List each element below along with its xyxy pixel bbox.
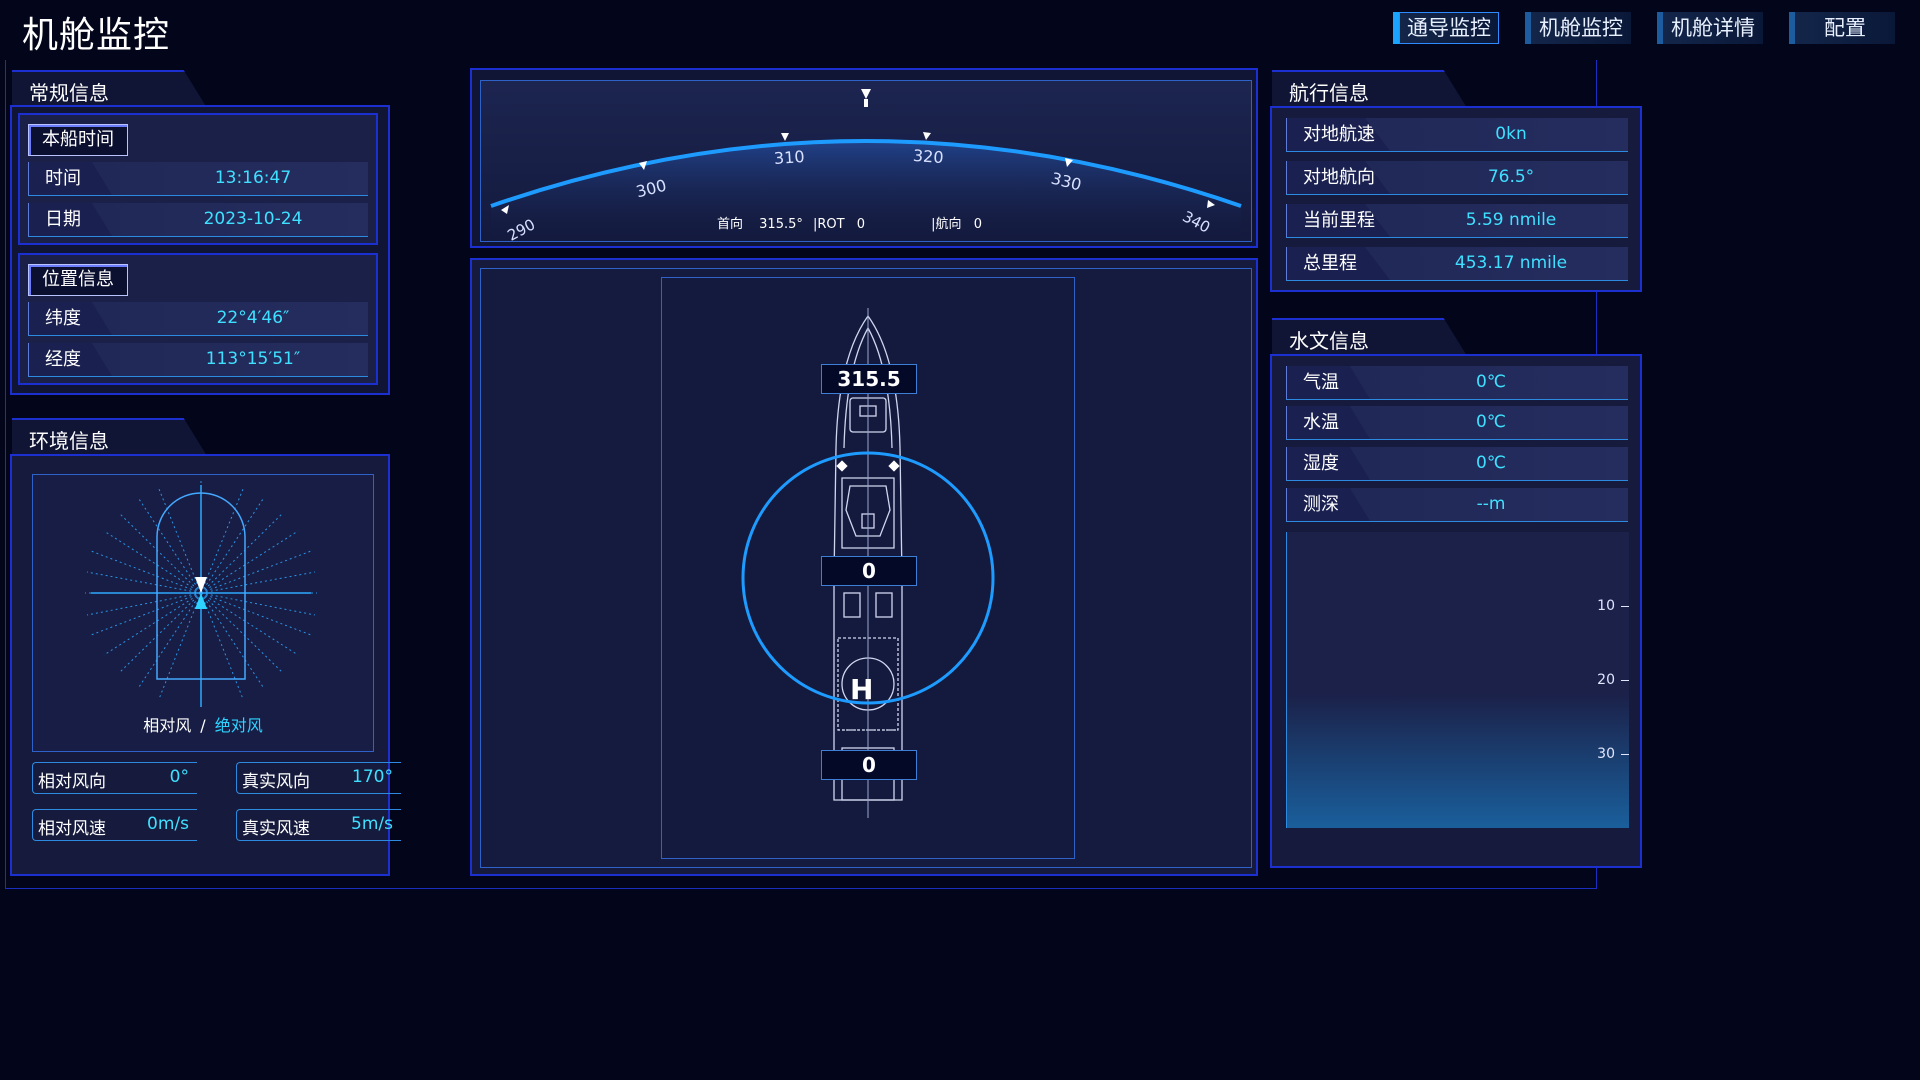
trip-distance-row: 当前里程 5.59 nmile: [1286, 204, 1628, 238]
latitude-value: 22°4′46″: [216, 308, 290, 328]
true-wind-direction-label: 真实风向: [242, 772, 310, 792]
wind-caption: 相对风 / 绝对风: [33, 712, 373, 736]
wind-rose: 相对风 / 绝对风: [32, 474, 374, 752]
heading-value: 315.5°: [759, 217, 803, 232]
depth-value: --m: [1476, 494, 1506, 514]
relative-wind-direction: 相对风向 0°: [32, 762, 197, 794]
depth-chart: 10 20 30: [1286, 532, 1629, 828]
compass-tick-320: 320: [912, 145, 945, 168]
depth-tick-10: 10: [1597, 598, 1615, 614]
compass-readout: 首向 315.5° |ROT 0 |航向 0: [717, 213, 982, 232]
humidity-row: 湿度 0℃: [1286, 447, 1628, 481]
ship-time-badge: 本船时间: [28, 124, 128, 156]
date-row: 日期 2023-10-24: [28, 203, 368, 237]
time-value: 13:16:47: [214, 168, 292, 188]
tab-environment-info: 环境信息: [12, 418, 207, 456]
ship-view-panel: H 315.5 0 0: [470, 258, 1258, 876]
true-wind-speed-value: 5m/s: [351, 814, 393, 834]
relative-wind-direction-value: 0°: [169, 767, 189, 787]
total-distance-value: 453.17 nmile: [1454, 253, 1568, 273]
trip-distance-value: 5.59 nmile: [1465, 210, 1557, 230]
time-row: 时间 13:16:47: [28, 162, 368, 196]
nav-tab-config[interactable]: 配置: [1789, 12, 1895, 44]
app-title: 机舱监控: [22, 15, 171, 56]
cog-label: 对地航向: [1286, 161, 1390, 194]
relative-wind-speed: 相对风速 0m/s: [32, 809, 197, 841]
rot-value: 0: [856, 217, 866, 232]
longitude-label: 经度: [28, 343, 112, 376]
position-box: 位置信息 纬度 22°4′46″ 经度 113°15′51″: [18, 253, 378, 385]
helipad-h: H: [850, 673, 874, 706]
true-wind-direction: 真实风向 170°: [236, 762, 401, 794]
water-temp-row: 水温 0℃: [1286, 406, 1628, 440]
wind-rose-graphic: [85, 481, 317, 707]
course-label: |航向: [931, 217, 962, 232]
tab-navigation-info: 航行信息: [1272, 70, 1467, 108]
sog-row: 对地航速 0kn: [1286, 118, 1628, 152]
true-wind-speed: 真实风速 5m/s: [236, 809, 401, 841]
cog-row: 对地航向 76.5°: [1286, 161, 1628, 195]
total-distance-row: 总里程 453.17 nmile: [1286, 247, 1628, 281]
depth-row: 测深 --m: [1286, 488, 1628, 522]
rot-label: |ROT: [813, 217, 845, 232]
depth-tick-20: 20: [1597, 672, 1615, 688]
relative-wind-direction-label: 相对风向: [38, 772, 106, 792]
air-temp-row: 气温 0℃: [1286, 366, 1628, 400]
longitude-row: 经度 113°15′51″: [28, 343, 368, 377]
date-value: 2023-10-24: [203, 209, 303, 229]
total-distance-label: 总里程: [1286, 247, 1390, 280]
ship-inner-frame: H 315.5 0 0: [661, 277, 1075, 859]
compass-strip: 290 300 310 320 330 340 首向 315.5° |ROT 0…: [480, 80, 1252, 245]
depth-tickmark-20: [1621, 680, 1629, 681]
depth-label: 测深: [1286, 488, 1370, 521]
date-label: 日期: [28, 203, 112, 236]
sog-value: 0kn: [1495, 124, 1527, 144]
mid-value-box: 0: [821, 556, 917, 586]
air-temp-label: 气温: [1286, 366, 1370, 399]
humidity-label: 湿度: [1286, 447, 1370, 480]
course-value: 0: [973, 217, 982, 232]
hydrology-panel: 气温 0℃ 水温 0℃ 湿度 0℃ 测深 --m 10 20 30: [1270, 354, 1642, 868]
water-temp-label: 水温: [1286, 406, 1370, 439]
ship-view-frame: H 315.5 0 0: [480, 268, 1252, 868]
relative-wind-speed-value: 0m/s: [147, 814, 189, 834]
aft-value-box: 0: [821, 750, 917, 780]
nav-tab-engine-monitor[interactable]: 机舱监控: [1525, 12, 1631, 44]
true-wind-direction-value: 170°: [352, 767, 393, 787]
compass-tick-310: 310: [773, 146, 806, 169]
heading-label: 首向: [717, 217, 744, 232]
compass-panel: 290 300 310 320 330 340 首向 315.5° |ROT 0…: [470, 68, 1258, 248]
tab-general-info: 常规信息: [12, 70, 207, 108]
tab-hydrology-info: 水文信息: [1272, 318, 1467, 356]
ship-time-box: 本船时间 时间 13:16:47 日期 2023-10-24: [18, 113, 378, 245]
position-badge: 位置信息: [28, 264, 128, 296]
longitude-value: 113°15′51″: [205, 349, 301, 369]
trip-distance-label: 当前里程: [1286, 204, 1390, 237]
true-wind-speed-label: 真实风速: [242, 819, 310, 839]
relative-wind-speed-label: 相对风速: [38, 819, 106, 839]
wind-caption-separator: /: [200, 716, 206, 735]
water-temp-value: 0℃: [1476, 412, 1506, 432]
nav-tab-navigation-monitor[interactable]: 通导监控: [1393, 12, 1499, 44]
humidity-value: 0℃: [1476, 453, 1506, 473]
nav-tab-engine-details[interactable]: 机舱详情: [1657, 12, 1763, 44]
sog-label: 对地航速: [1286, 118, 1390, 151]
latitude-label: 纬度: [28, 302, 112, 335]
navigation-panel: 对地航速 0kn 对地航向 76.5° 当前里程 5.59 nmile 总里程 …: [1270, 106, 1642, 292]
wind-caption-relative: 相对风: [143, 716, 192, 735]
depth-tick-30: 30: [1597, 746, 1615, 762]
latitude-row: 纬度 22°4′46″: [28, 302, 368, 336]
cog-value: 76.5°: [1487, 167, 1535, 187]
depth-tickmark-30: [1621, 754, 1629, 755]
environment-panel: 相对风 / 绝对风 相对风向 0° 真实风向 170° 相对风速 0m/s 真实…: [10, 454, 401, 876]
time-label: 时间: [28, 162, 112, 195]
wind-caption-absolute: 绝对风: [214, 716, 263, 735]
depth-tickmark-10: [1621, 606, 1629, 607]
air-temp-value: 0℃: [1476, 372, 1506, 392]
heading-box: 315.5: [821, 364, 917, 394]
